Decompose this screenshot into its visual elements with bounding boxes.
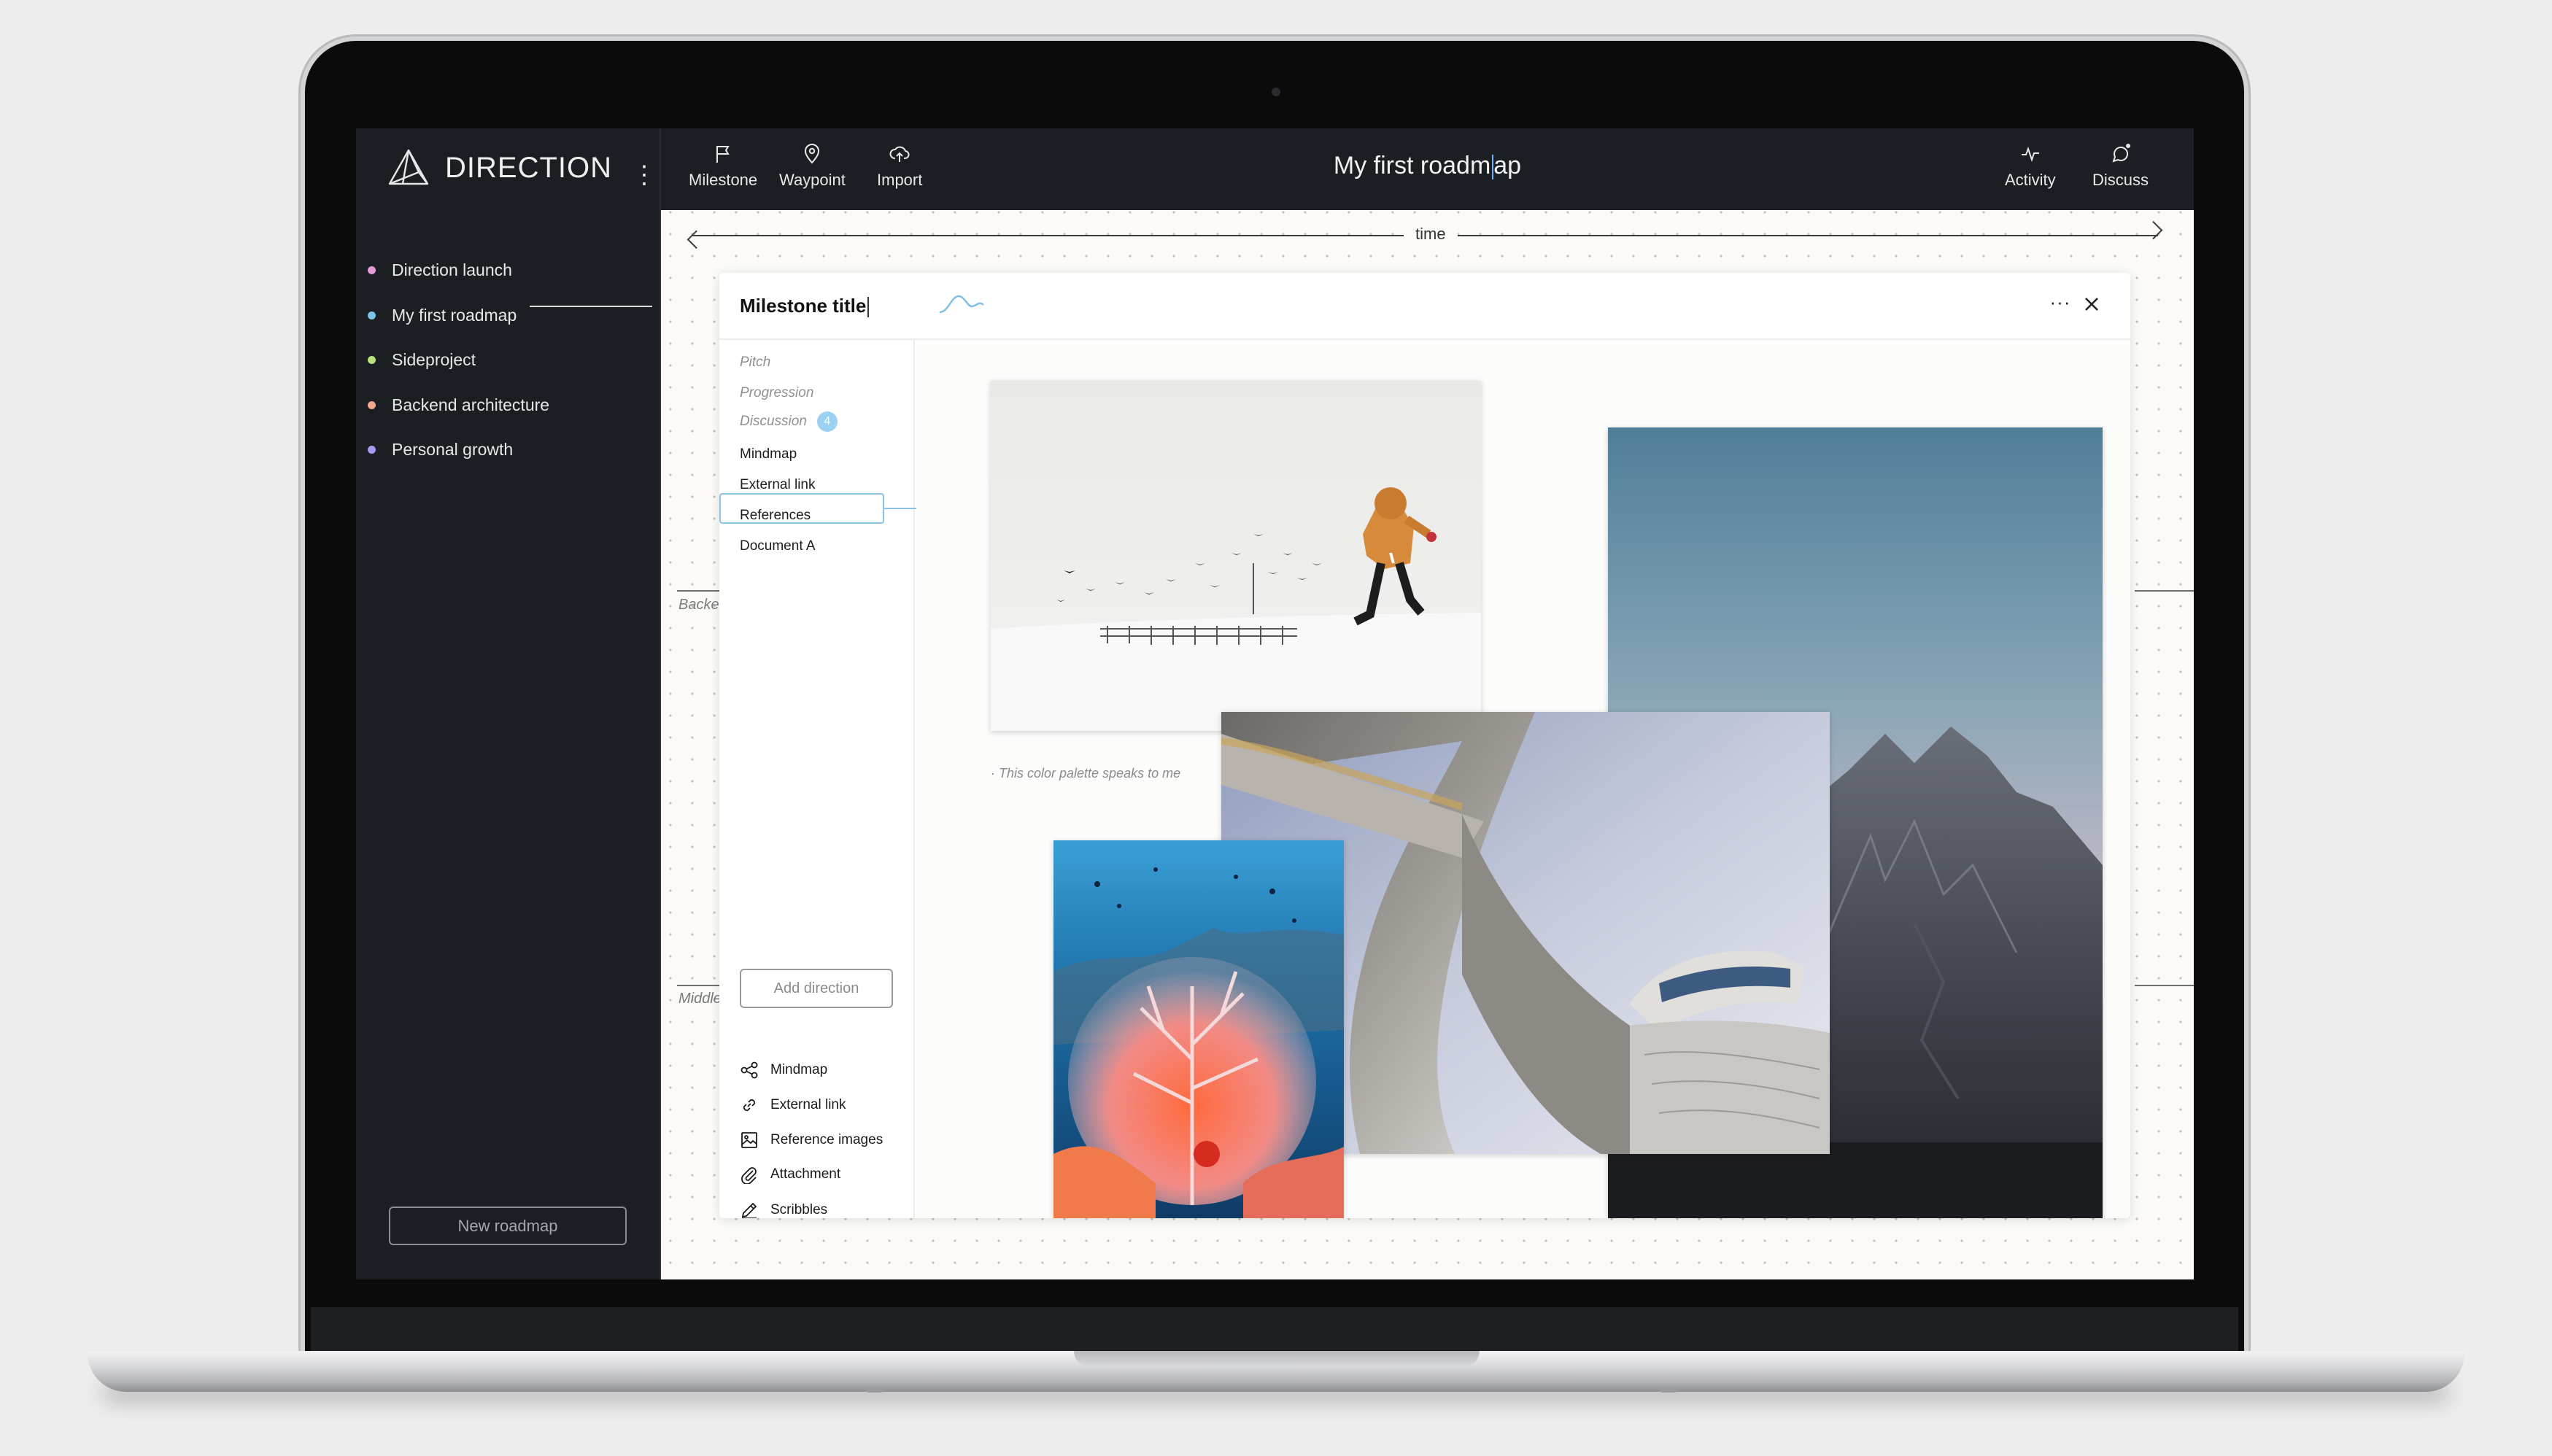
addon-label: Attachment	[770, 1166, 841, 1182]
lane-divider	[2135, 985, 2194, 986]
sidebar-item-sideproject[interactable]: Sideproject	[368, 338, 549, 383]
lane-divider	[2135, 590, 2194, 592]
image-icon	[741, 1132, 757, 1148]
snow-walker-photo[interactable]	[991, 381, 1481, 731]
top-toolbar: Milestone Waypoint Import My first roadm…	[661, 128, 2194, 210]
nav-item-label: Discussion	[740, 414, 807, 430]
pencil-icon	[741, 1202, 757, 1218]
addon-label: Scribbles	[770, 1202, 828, 1217]
laptop-notch	[1074, 1351, 1480, 1367]
nav-item-external-link[interactable]: External link	[740, 477, 816, 493]
sidebar: DIRECTION ⋮ Direction launch My first ro…	[356, 128, 661, 1279]
coral-reef-photo[interactable]	[1053, 840, 1344, 1218]
kebab-menu-icon[interactable]: ⋮	[632, 160, 657, 190]
roadmap-label: Direction launch	[392, 260, 512, 280]
nav-item-references[interactable]: References	[740, 508, 811, 524]
laptop-bezel-bottom	[311, 1307, 2238, 1351]
color-dot-icon	[368, 446, 376, 454]
sidebar-item-my-first-roadmap[interactable]: My first roadmap	[368, 293, 549, 338]
activity-button[interactable]: Activity	[2005, 143, 2056, 190]
roadmap-label: Backend architecture	[392, 395, 550, 414]
discuss-label: Discuss	[2092, 171, 2149, 189]
nav-item-discussion[interactable]: Discussion 4	[740, 411, 838, 432]
color-dot-icon	[368, 356, 376, 365]
addon-label: Reference images	[770, 1132, 883, 1147]
milestone-title-text[interactable]: Milestone title	[740, 295, 866, 317]
app-name: DIRECTION	[445, 151, 612, 184]
milestone-title-input[interactable]: Milestone title	[740, 295, 870, 318]
add-mindmap-button[interactable]: Mindmap	[740, 1061, 827, 1080]
roadmap-title[interactable]: My first roadm ap	[661, 152, 2194, 180]
text-cursor	[867, 297, 870, 318]
panel-header: Milestone title ···	[719, 273, 2130, 340]
lane-divider	[677, 590, 722, 592]
roadmap-canvas[interactable]: time Backen Middle Milestone title ··· P…	[661, 210, 2194, 1279]
more-options-icon[interactable]: ···	[2049, 293, 2071, 315]
coral-reef-photo-image	[1053, 840, 1344, 1218]
activity-icon	[2021, 147, 2039, 163]
addon-label: Mindmap	[770, 1062, 828, 1077]
brand: DIRECTION	[387, 146, 612, 190]
active-roadmap-indicator	[530, 306, 652, 307]
new-roadmap-button[interactable]: New roadmap	[389, 1207, 627, 1245]
add-attachment-button[interactable]: Attachment	[740, 1165, 840, 1184]
link-icon	[743, 1099, 756, 1112]
lane-divider	[677, 985, 722, 986]
sidebar-item-backend-architecture[interactable]: Backend architecture	[368, 383, 549, 428]
sidebar-item-direction-launch[interactable]: Direction launch	[368, 248, 549, 293]
laptop-foot	[867, 1389, 883, 1393]
roadmap-label: My first roadmap	[392, 305, 517, 325]
add-direction-button[interactable]: Add direction	[740, 969, 893, 1008]
roadmap-title-text[interactable]: My first roadm ap	[1334, 152, 1521, 180]
camera-icon	[1272, 88, 1280, 96]
discussion-count-badge: 4	[816, 411, 838, 432]
nav-item-progression[interactable]: Progression	[740, 385, 813, 401]
paperclip-icon	[741, 1167, 757, 1184]
close-icon[interactable]	[2081, 293, 2103, 315]
milestone-nav: Pitch Progression Discussion 4 Mindmap Ex…	[719, 340, 916, 1218]
reference-caption: · This color palette speaks to me	[991, 766, 1181, 781]
roadmap-list: Direction launch My first roadmap Sidepr…	[368, 248, 549, 473]
selected-nav-connector	[884, 508, 916, 509]
add-external-link-button[interactable]: External link	[740, 1096, 846, 1115]
nav-item-document-a[interactable]: Document A	[740, 538, 816, 554]
direction-logo-icon	[388, 149, 429, 185]
nav-item-pitch[interactable]: Pitch	[740, 355, 770, 371]
chat-bubble-icon	[2111, 144, 2130, 163]
addon-label: External link	[770, 1097, 846, 1112]
nav-item-mindmap[interactable]: Mindmap	[740, 446, 797, 462]
milestone-panel: Milestone title ··· Pitch Progression Di…	[719, 273, 2130, 1218]
add-scribbles-button[interactable]: Scribbles	[740, 1201, 827, 1218]
references-board[interactable]: · This color palette speaks to me	[916, 340, 2130, 1218]
time-axis-label: time	[1404, 225, 1458, 244]
lane-label: Middle	[678, 991, 722, 1007]
app-screen: DIRECTION ⋮ Direction launch My first ro…	[356, 128, 2194, 1279]
snow-walker-photo-image	[991, 381, 1481, 731]
sidebar-item-personal-growth[interactable]: Personal growth	[368, 427, 549, 473]
activity-label: Activity	[2005, 171, 2056, 189]
roadmap-label: Sideproject	[392, 350, 476, 370]
color-dot-icon	[368, 311, 376, 320]
color-dot-icon	[368, 400, 376, 409]
discuss-button[interactable]: Discuss	[2092, 143, 2149, 190]
text-cursor	[1492, 155, 1494, 180]
add-reference-images-button[interactable]: Reference images	[740, 1131, 883, 1150]
laptop-foot	[1660, 1389, 1677, 1393]
share-nodes-icon	[741, 1061, 758, 1079]
roadmap-label: Personal growth	[392, 440, 514, 460]
color-dot-icon	[368, 266, 376, 275]
wave-icon[interactable]	[938, 290, 985, 317]
